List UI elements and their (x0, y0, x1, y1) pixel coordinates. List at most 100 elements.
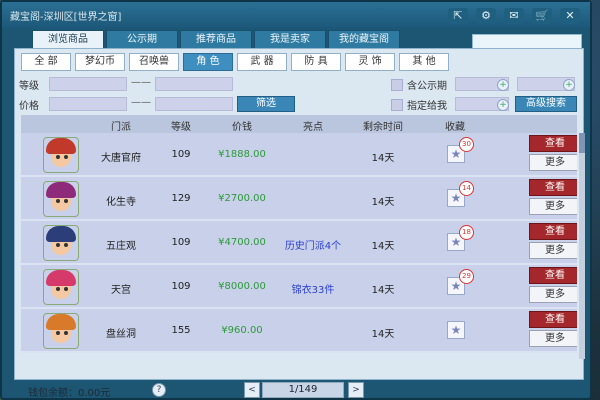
avatar-hair-4 (46, 314, 76, 330)
view-button[interactable]: 查看 (529, 135, 577, 152)
cell-feature: 历史门派4个 (284, 241, 342, 252)
character-avatar[interactable] (43, 269, 79, 305)
listing-rows: 大唐官府 109 ¥1888.00 14天 ★ 30 查看 更多 化生寺 129… (21, 133, 577, 359)
table-row: 五庄观 109 ¥4700.00 历史门派4个 14天 ★ 18 查看 更多 (21, 221, 577, 265)
view-button[interactable]: 查看 (529, 179, 577, 196)
assigned-label: 指定给我 (407, 101, 447, 112)
header-school: 门派 (111, 122, 131, 133)
cell-price: ¥4700.00 (218, 237, 266, 248)
tab-my-treasure[interactable]: 我的藏宝阁 (328, 30, 400, 50)
cat-accessory[interactable]: 灵 饰 (345, 53, 395, 71)
header-feature: 亮点 (303, 122, 323, 133)
price-dash: —— (131, 97, 151, 108)
avatar-hair-1 (46, 182, 76, 198)
advanced-search-button[interactable]: 高级搜索 (515, 96, 577, 112)
cat-weapon[interactable]: 武 器 (237, 53, 287, 71)
price-min-input[interactable] (49, 97, 127, 111)
cell-feature: 锦衣33件 (291, 285, 335, 296)
favorite-count-badge: 18 (459, 225, 474, 240)
page-indicator: 1/149 (262, 382, 344, 398)
cell-level: 109 (171, 281, 191, 292)
cell-time: 14天 (371, 241, 395, 252)
header-time: 剩余时间 (363, 122, 403, 133)
character-avatar[interactable] (43, 181, 79, 217)
include-public-checkbox[interactable] (391, 79, 403, 91)
character-avatar[interactable] (43, 225, 79, 261)
avatar-hair-3 (46, 270, 76, 286)
table-row: 大唐官府 109 ¥1888.00 14天 ★ 30 查看 更多 (21, 133, 577, 177)
cat-role[interactable]: 角 色 (183, 53, 233, 71)
price-max-input[interactable] (155, 97, 233, 111)
header-level: 等级 (171, 122, 191, 133)
cart-icon[interactable]: 🛒 (532, 8, 552, 24)
level-max-input[interactable] (155, 77, 233, 91)
prev-page-button[interactable]: < (244, 382, 260, 398)
wallet-balance: 钱包余额：0.00元 (28, 388, 111, 399)
assigned-checkbox[interactable] (391, 99, 403, 111)
cell-level: 129 (171, 193, 191, 204)
cell-level: 109 (171, 237, 191, 248)
tab-public[interactable]: 公示期 (106, 30, 178, 50)
help-icon[interactable]: ? (152, 383, 166, 397)
table-row: 化生寺 129 ¥2700.00 14天 ★ 14 查看 更多 (21, 177, 577, 221)
tab-seller[interactable]: 我是卖家 (254, 30, 326, 50)
header-favorite: 收藏 (445, 122, 465, 133)
avatar-hair-2 (46, 226, 76, 242)
more-button[interactable]: 更多 (529, 198, 577, 215)
character-avatar[interactable] (43, 137, 79, 173)
footer-bar: 钱包余额：0.00元 ? < 1/149 > (14, 380, 582, 399)
more-button[interactable]: 更多 (529, 330, 577, 347)
price-label: 价格 (19, 101, 39, 112)
next-page-button[interactable]: > (348, 382, 364, 398)
cell-level: 155 (171, 325, 191, 336)
list-scrollbar[interactable] (579, 133, 585, 359)
cat-pet[interactable]: 召唤兽 (129, 53, 179, 71)
header-price: 价钱 (232, 122, 252, 133)
pin-icon[interactable]: ⇱ (448, 8, 468, 24)
cell-school: 五庄观 (106, 241, 136, 252)
cat-armor[interactable]: 防 具 (291, 53, 341, 71)
plus-icon[interactable]: + (497, 99, 509, 111)
favorite-count-badge: 29 (459, 269, 474, 284)
level-label: 等级 (19, 81, 39, 92)
include-public-label: 含公示期 (407, 81, 447, 92)
cell-school: 大唐官府 (101, 153, 141, 164)
cell-price: ¥2700.00 (218, 193, 266, 204)
tab-browse[interactable]: 浏览商品 (32, 30, 104, 50)
cell-school: 化生寺 (106, 197, 136, 208)
cell-price: ¥1888.00 (218, 149, 266, 160)
cell-time: 14天 (371, 285, 395, 296)
cell-time: 14天 (371, 197, 395, 208)
level-dash: —— (131, 77, 151, 88)
category-bar: 全 部 梦幻币 召唤兽 角 色 武 器 防 具 灵 饰 其 他 (21, 53, 449, 71)
content-panel: 全 部 梦幻币 召唤兽 角 色 武 器 防 具 灵 饰 其 他 等级 —— 价格… (14, 48, 585, 380)
plus-icon[interactable]: + (497, 79, 509, 91)
view-button[interactable]: 查看 (529, 267, 577, 284)
main-tabs: 浏览商品 公示期 推荐商品 我是卖家 我的藏宝阁 (32, 30, 400, 50)
filter-button[interactable]: 筛选 (237, 96, 295, 112)
cell-time: 14天 (371, 153, 395, 164)
cell-school: 盘丝洞 (106, 329, 136, 340)
settings-icon[interactable]: ⚙ (476, 8, 496, 24)
avatar-hair-0 (46, 138, 76, 154)
more-button[interactable]: 更多 (529, 286, 577, 303)
view-button[interactable]: 查看 (529, 223, 577, 240)
view-button[interactable]: 查看 (529, 311, 577, 328)
table-row: 天宫 109 ¥8000.00 锦衣33件 14天 ★ 29 查看 更多 (21, 265, 577, 309)
scroll-thumb[interactable] (579, 133, 585, 153)
treasure-window: 藏宝阁-深圳区[世界之窗] ⇱ ⚙ ✉ 🛒 ✕ 浏览商品 公示期 推荐商品 我是… (0, 0, 592, 400)
tab-recommended[interactable]: 推荐商品 (180, 30, 252, 50)
more-button[interactable]: 更多 (529, 242, 577, 259)
cat-coin[interactable]: 梦幻币 (75, 53, 125, 71)
favorite-star-icon[interactable]: ★ (447, 321, 465, 339)
character-avatar[interactable] (43, 313, 79, 349)
cat-other[interactable]: 其 他 (399, 53, 449, 71)
table-header: 门派 等级 价钱 亮点 剩余时间 收藏 (21, 115, 577, 133)
plus-icon[interactable]: + (563, 79, 575, 91)
level-min-input[interactable] (49, 77, 127, 91)
close-icon[interactable]: ✕ (560, 8, 580, 24)
message-icon[interactable]: ✉ (504, 8, 524, 24)
cat-all[interactable]: 全 部 (21, 53, 71, 71)
favorite-count-badge: 30 (459, 137, 474, 152)
more-button[interactable]: 更多 (529, 154, 577, 171)
